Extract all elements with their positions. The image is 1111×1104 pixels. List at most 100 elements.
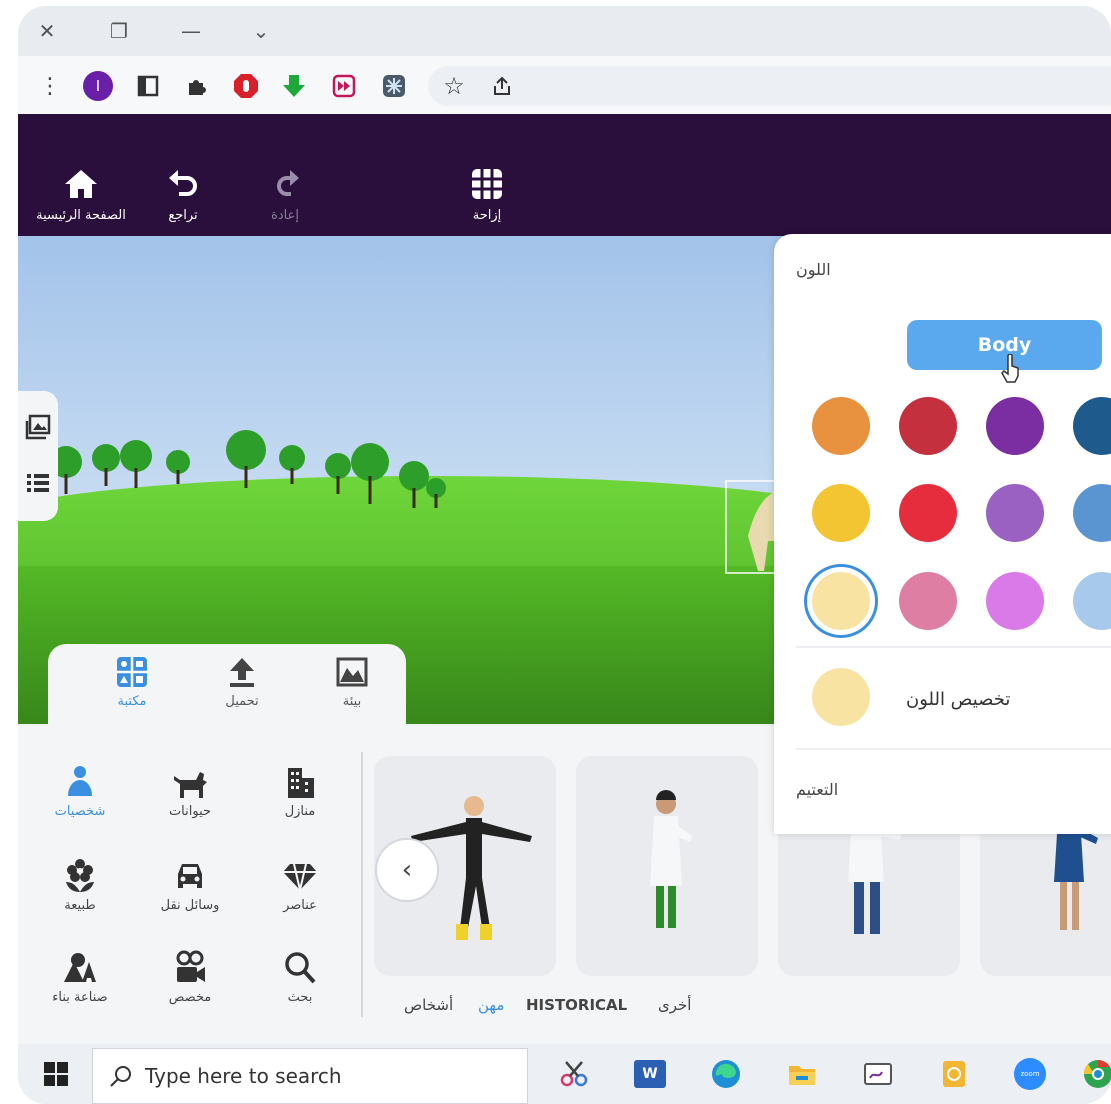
category-custom[interactable]: مخصص xyxy=(140,948,240,1005)
category-search[interactable]: بحث xyxy=(250,948,350,1005)
app-header: الصفحة الرئيسية تراجع إعادة إزاحة xyxy=(18,114,1111,236)
shift-label: إزاحة xyxy=(472,208,502,223)
chrome-icon xyxy=(1083,1060,1111,1088)
taskbar-search-input[interactable]: Type here to search xyxy=(92,1048,528,1104)
color-swatch[interactable] xyxy=(899,397,957,455)
category-label: وسائل نقل xyxy=(160,898,220,913)
profile-button[interactable]: I xyxy=(82,70,114,102)
grid-icon xyxy=(472,169,502,199)
divider xyxy=(796,748,1111,750)
taskbar-app-snipping[interactable] xyxy=(556,1056,592,1092)
category-transport[interactable]: وسائل نقل xyxy=(140,856,240,913)
taskbar-app-whiteboard[interactable] xyxy=(860,1056,896,1092)
share-icon xyxy=(494,76,510,95)
library-tabs: مكتبة تحميل بيئة xyxy=(48,644,406,726)
side-panel-icon xyxy=(137,75,159,97)
subtab-other[interactable]: أخرى xyxy=(658,996,691,1014)
taskbar-app-file-explorer[interactable] xyxy=(784,1056,820,1092)
browser-menu-button[interactable]: ⋮ xyxy=(34,70,66,102)
category-label: صناعة بناء xyxy=(52,990,108,1005)
color-swatch[interactable] xyxy=(986,572,1044,630)
taskbar-app-chrome[interactable] xyxy=(1080,1056,1111,1092)
category-houses[interactable]: منازل xyxy=(250,762,350,819)
color-swatch[interactable] xyxy=(986,397,1044,455)
snowflake-icon xyxy=(383,75,405,97)
stop-sign-icon xyxy=(234,74,258,98)
previous-button[interactable]: ‹ xyxy=(375,838,439,902)
custom-color-preview[interactable] xyxy=(812,668,870,726)
environment-icon xyxy=(336,657,368,687)
subtab-people[interactable]: أشخاص xyxy=(404,996,453,1014)
search-placeholder: Type here to search xyxy=(145,1064,342,1088)
editor-app: الصفحة الرئيسية تراجع إعادة إزاحة مكتبة … xyxy=(18,114,1111,1104)
custom-color-label[interactable]: تخصيص اللون xyxy=(906,689,1010,710)
adblock-extension-button[interactable] xyxy=(230,70,262,102)
shift-button[interactable]: إزاحة xyxy=(432,164,542,234)
color-swatch[interactable] xyxy=(812,484,870,542)
chevron-down-icon: ⌄ xyxy=(252,19,270,43)
dog-icon xyxy=(174,772,207,798)
minimize-icon: — xyxy=(181,19,201,43)
taskbar-app-notes[interactable] xyxy=(936,1056,972,1092)
category-elements[interactable]: عناصر xyxy=(250,856,350,913)
star-icon: ☆ xyxy=(443,72,465,100)
category-nature[interactable]: طبيعة xyxy=(30,856,130,913)
character-card[interactable] xyxy=(576,756,758,976)
puzzle-icon xyxy=(189,80,206,95)
list-view-button[interactable] xyxy=(24,469,52,497)
close-icon: ✕ xyxy=(38,19,56,43)
snowflake-extension-button[interactable] xyxy=(378,70,410,102)
close-window-button[interactable]: ✕ xyxy=(32,16,62,46)
minimize-window-button[interactable]: — xyxy=(176,16,206,46)
color-panel: اللون Body تخصيص اللون التعتيم xyxy=(774,234,1111,834)
address-bar[interactable]: ☆ xyxy=(428,66,1111,106)
camera-icon xyxy=(176,950,205,982)
bookmark-button[interactable]: ☆ xyxy=(438,70,470,102)
subtab-professions[interactable]: مهن xyxy=(478,996,504,1014)
media-extension-button[interactable] xyxy=(328,70,360,102)
taskbar-app-zoom[interactable]: zoom xyxy=(1012,1056,1048,1092)
character-thumbnail xyxy=(650,790,692,928)
scene-side-toolbar xyxy=(18,391,58,521)
color-swatch[interactable] xyxy=(986,484,1044,542)
window-menu-button[interactable]: ⌄ xyxy=(246,16,276,46)
search-icon xyxy=(285,952,316,984)
subtab-historical[interactable]: HISTORICAL xyxy=(526,996,627,1014)
taskbar-app-edge[interactable] xyxy=(708,1056,744,1092)
windows-taskbar: Type here to search W zoom xyxy=(18,1044,1111,1104)
buildings-icon xyxy=(288,768,314,798)
tab-library[interactable]: مكتبة xyxy=(82,654,182,709)
color-swatch[interactable] xyxy=(812,572,870,630)
tab-library-label: مكتبة xyxy=(117,694,147,709)
share-button[interactable] xyxy=(486,70,518,102)
build-icon xyxy=(64,953,96,982)
color-swatch[interactable] xyxy=(1073,484,1111,542)
redo-button[interactable]: إعادة xyxy=(230,164,340,234)
screen-frame: ✕ ❐ — ⌄ ⋮ I ☆ الصفحة الرئيسية تراجع إعاد… xyxy=(18,6,1111,1104)
category-label: منازل xyxy=(284,804,316,819)
side-panel-button[interactable] xyxy=(132,70,164,102)
undo-icon xyxy=(169,170,197,196)
tab-environment[interactable]: بيئة xyxy=(302,654,402,709)
panel-divider xyxy=(361,752,363,1017)
color-swatch[interactable] xyxy=(899,484,957,542)
color-swatch[interactable] xyxy=(899,572,957,630)
tab-upload[interactable]: تحميل xyxy=(192,654,292,709)
start-button[interactable] xyxy=(38,1056,74,1092)
color-swatch[interactable] xyxy=(1073,397,1111,455)
restore-window-button[interactable]: ❐ xyxy=(104,16,134,46)
category-animals[interactable]: حيوانات xyxy=(140,762,240,819)
hand-cursor-icon xyxy=(1001,354,1019,383)
download-extension-button[interactable] xyxy=(278,70,310,102)
category-building[interactable]: صناعة بناء xyxy=(30,948,130,1005)
undo-button[interactable]: تراجع xyxy=(128,164,238,234)
category-characters[interactable]: شخصيات xyxy=(30,762,130,819)
color-swatch[interactable] xyxy=(812,397,870,455)
color-swatch[interactable] xyxy=(1073,572,1111,630)
taskbar-app-word[interactable]: W xyxy=(632,1056,668,1092)
extensions-button[interactable] xyxy=(180,70,212,102)
tab-upload-label: تحميل xyxy=(225,694,259,709)
list-icon xyxy=(27,474,49,492)
gallery-button[interactable] xyxy=(24,413,52,441)
home-button[interactable]: الصفحة الرئيسية xyxy=(26,164,136,234)
